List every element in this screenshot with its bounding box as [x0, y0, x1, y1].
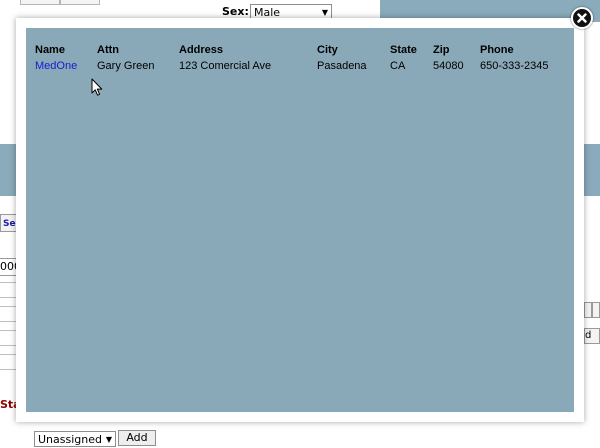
- cell-city: Pasadena: [317, 60, 367, 72]
- cell-phone: 650-333-2345: [480, 60, 549, 72]
- results-table: Name Attn Address City State Zip Phone M…: [32, 44, 552, 72]
- modal-content: Name Attn Address City State Zip Phone M…: [26, 28, 574, 412]
- column-header-name: Name: [35, 44, 65, 56]
- cell-zip: 54080: [433, 60, 464, 72]
- table-header-row: Name Attn Address City State Zip Phone: [32, 44, 552, 60]
- mouse-pointer-icon: [91, 78, 103, 96]
- right-add-button[interactable]: d: [584, 328, 600, 344]
- column-header-attn: Attn: [97, 44, 119, 56]
- column-header-state: State: [390, 44, 417, 56]
- chevron-down-icon: ▼: [105, 435, 112, 444]
- close-button[interactable]: [571, 7, 593, 29]
- table-row: MedOne Gary Green 123 Comercial Ave Pasa…: [32, 60, 552, 72]
- column-header-address: Address: [179, 44, 224, 56]
- right-select[interactable]: [584, 302, 592, 318]
- cell-attn: Gary Green: [97, 60, 155, 72]
- background-tab[interactable]: [20, 0, 60, 5]
- add-button[interactable]: Add: [118, 430, 156, 446]
- right-add-button-label: d: [585, 330, 592, 341]
- cell-state: CA: [390, 60, 406, 72]
- column-header-city: City: [317, 44, 338, 56]
- background-tab[interactable]: [60, 0, 100, 5]
- cell-address: 123 Comercial Ave: [179, 60, 272, 72]
- column-header-phone: Phone: [480, 44, 514, 56]
- company-link[interactable]: MedOne: [32, 60, 94, 72]
- right-button[interactable]: [592, 302, 600, 318]
- column-header-zip: Zip: [433, 44, 450, 56]
- assignment-select[interactable]: Unassigned ▼: [34, 431, 116, 447]
- sex-label: Sex:: [222, 5, 249, 18]
- close-icon: [577, 13, 587, 23]
